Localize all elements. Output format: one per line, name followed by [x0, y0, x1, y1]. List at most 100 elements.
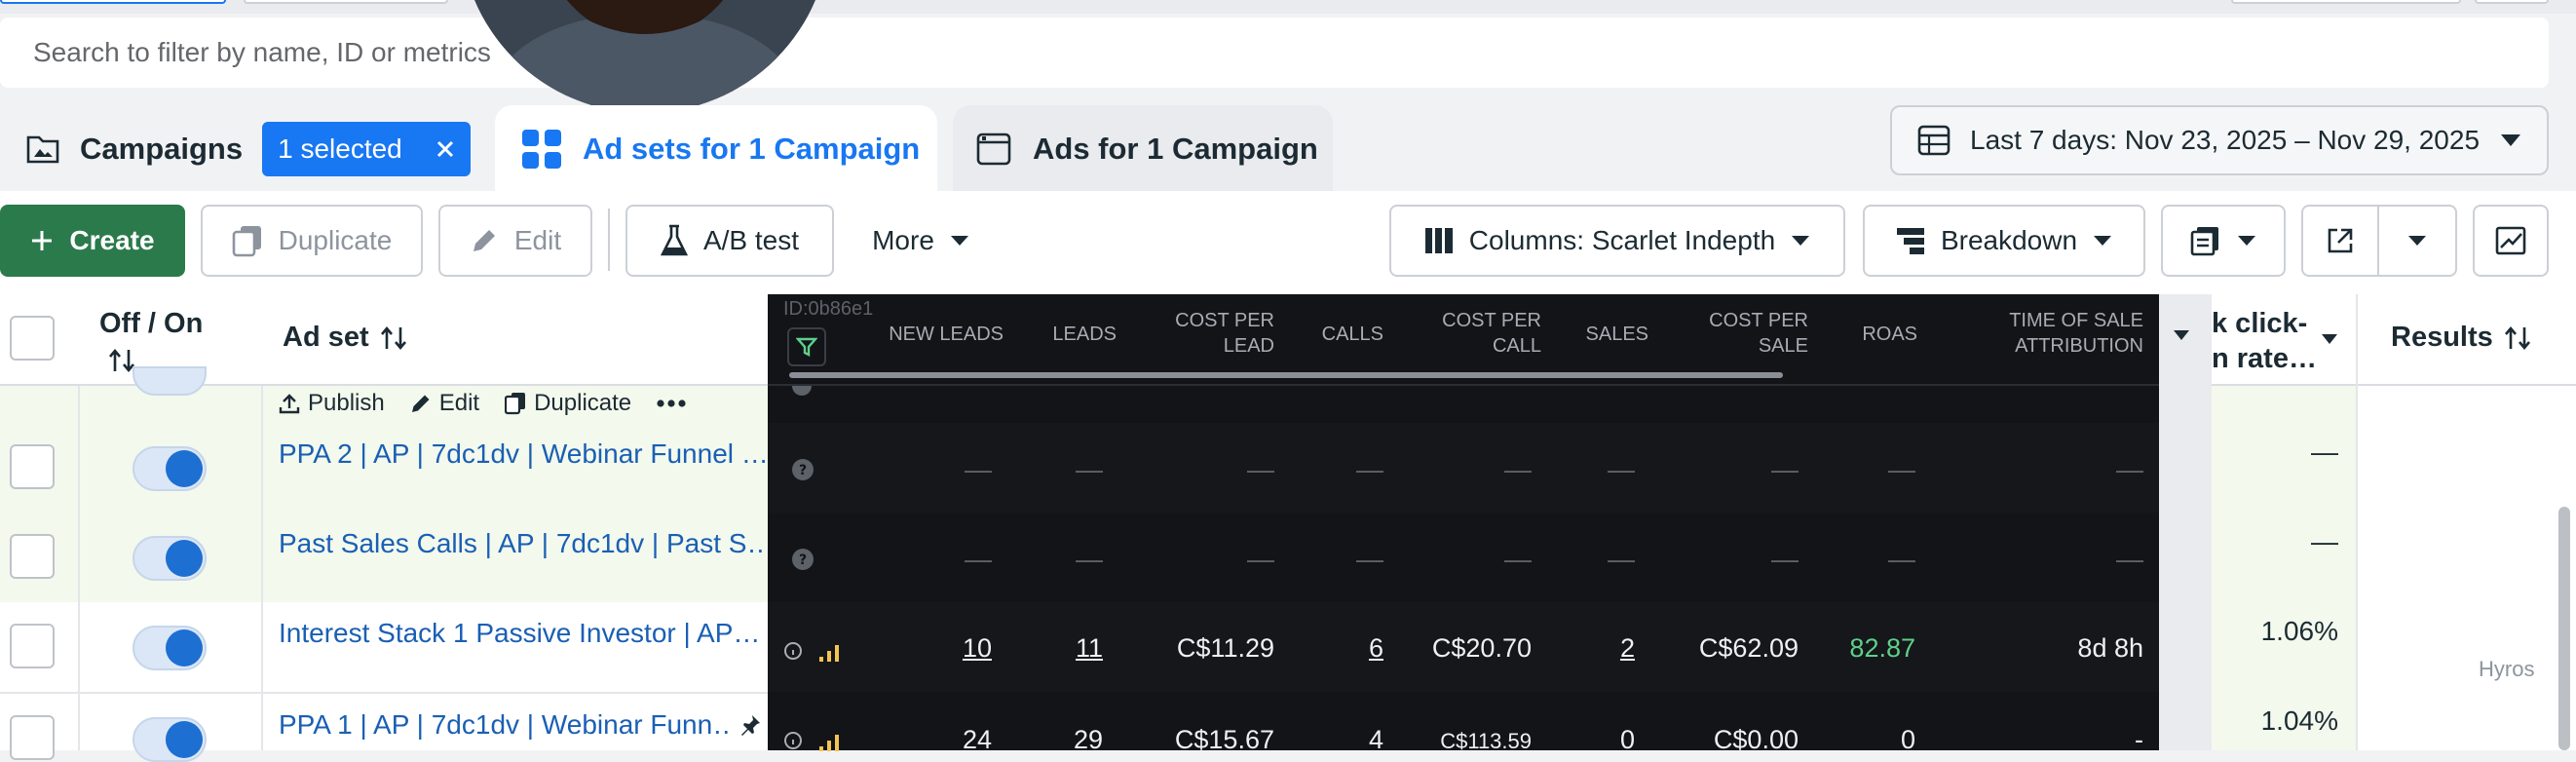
ad-set-header[interactable]: Ad set [283, 322, 408, 354]
off-on-label: Off / On [99, 308, 204, 339]
toggle-switch[interactable] [133, 366, 207, 396]
cps-value: C$62.09 [1698, 633, 1799, 663]
date-range-picker[interactable]: Last 7 days: Nov 23, 2025 – Nov 29, 2025 [1890, 105, 2549, 175]
sort-icon[interactable] [2503, 325, 2532, 351]
table-row[interactable]: Interest Stack 1 Passive Investor | AP… [0, 602, 768, 692]
edit-button[interactable]: Edit [438, 205, 592, 277]
calls-value[interactable]: 6 [1286, 633, 1383, 664]
create-label: Create [69, 225, 155, 255]
caret-down-icon[interactable] [2321, 333, 2338, 345]
breakdown-button[interactable]: Breakdown [1863, 205, 2145, 277]
edit-action[interactable]: Edit [410, 390, 479, 417]
signal-bars-icon[interactable] [818, 643, 840, 663]
edit-action-label: Edit [438, 390, 480, 416]
hyros-header-time-of-sale[interactable]: TIME OF SALE ATTRIBUTION [1949, 308, 2143, 359]
chart-button[interactable] [2473, 205, 2549, 277]
sales-value: — [1608, 544, 1635, 574]
tosa-value: 8d 8h [2077, 633, 2143, 663]
ad-icon [976, 133, 1011, 166]
caret-down-icon [2094, 236, 2112, 246]
vertical-scrollbar[interactable] [2558, 507, 2570, 750]
export-dropdown[interactable] [2379, 235, 2455, 247]
top-view-button[interactable] [0, 0, 226, 4]
reports-button[interactable] [2161, 205, 2286, 277]
results-header[interactable]: Results [2391, 322, 2532, 354]
new-leads-value: 24 [962, 725, 992, 754]
hyros-header-cost-per-call[interactable]: COST PER CALL [1393, 308, 1541, 359]
select-all-checkbox[interactable] [10, 316, 55, 361]
sales-value[interactable]: 2 [1537, 633, 1635, 664]
hyros-collapse-toggle[interactable] [2173, 329, 2190, 341]
tab-adsets[interactable]: Ad sets for 1 Campaign [495, 105, 937, 193]
ab-test-button[interactable]: A/B test [625, 205, 834, 277]
row-checkbox[interactable] [10, 534, 55, 579]
ctr-value: 1.06% [2260, 616, 2338, 646]
hyros-header-cost-per-sale[interactable]: COST PER SALE [1656, 308, 1808, 359]
more-button[interactable]: More [848, 205, 994, 277]
hyros-header-sales[interactable]: SALES [1549, 322, 1648, 347]
export-button[interactable] [2301, 205, 2457, 277]
plus-icon [32, 231, 53, 250]
off-on-header[interactable]: Off / On [99, 308, 203, 373]
sort-icon[interactable] [379, 325, 408, 351]
tab-ads[interactable]: Ads for 1 Campaign [953, 105, 1333, 193]
export-main[interactable] [2303, 207, 2379, 275]
horizontal-scrollbar[interactable] [789, 372, 1783, 378]
signal-bars-icon[interactable] [818, 733, 840, 752]
info-icon[interactable] [783, 641, 803, 661]
new-leads-value[interactable]: 10 [894, 633, 992, 664]
duplicate-action[interactable]: Duplicate [505, 390, 631, 417]
link-click-header[interactable]: k click- n rate… [2212, 306, 2329, 376]
ad-set-name[interactable]: PPA 2 | AP | 7dc1dv | Webinar Funnel … [279, 438, 766, 470]
columns-button[interactable]: Columns: Scarlet Indepth [1389, 205, 1845, 277]
tosa-value: — [2116, 454, 2143, 484]
table-row[interactable]: PPA 1 | AP | 7dc1dv | Webinar Funn… [0, 692, 768, 762]
ad-set-name[interactable]: Past Sales Calls | AP | 7dc1dv | Past S… [279, 528, 766, 559]
help-icon[interactable]: ? [791, 548, 814, 571]
toggle-switch[interactable] [133, 536, 207, 581]
toggle-switch[interactable] [133, 626, 207, 670]
help-icon[interactable]: ? [791, 458, 814, 481]
top-view-button-2[interactable] [244, 0, 448, 4]
create-button[interactable]: Create [0, 205, 185, 277]
leads-value: 29 [1073, 725, 1103, 754]
row-checkbox[interactable] [10, 444, 55, 489]
close-icon[interactable] [436, 139, 455, 159]
cpc-line-1: COST PER [1442, 310, 1541, 331]
hyros-header-cost-per-lead[interactable]: COST PER LEAD [1130, 308, 1274, 359]
row-checkbox[interactable] [10, 624, 55, 668]
hyros-header-new-leads[interactable]: NEW LEADS [857, 322, 1004, 347]
webcam-avatar [460, 0, 830, 113]
hyros-header-calls[interactable]: CALLS [1286, 322, 1383, 347]
cps-value: — [1771, 454, 1799, 484]
ad-set-name[interactable]: Interest Stack 1 Passive Investor | AP… [279, 618, 766, 649]
info-icon[interactable] [783, 731, 803, 750]
roas-value: — [1888, 454, 1915, 484]
hyros-filter-button[interactable] [787, 327, 826, 366]
hyros-header-roas[interactable]: ROAS [1818, 322, 1917, 347]
selected-badge[interactable]: 1 selected [262, 122, 471, 176]
cpl-line-1: COST PER [1175, 310, 1274, 331]
top-right-button-2[interactable] [2475, 0, 2549, 4]
cpc-value: — [1504, 544, 1532, 574]
publish-action[interactable]: Publish [279, 390, 385, 417]
hyros-row: ? — — — — — — — — — [768, 423, 2159, 513]
tab-campaigns[interactable]: Campaigns 1 selected [0, 105, 475, 193]
toggle-switch[interactable] [133, 446, 207, 491]
more-icon[interactable] [657, 400, 686, 407]
duplicate-icon [505, 393, 526, 415]
search-bar[interactable]: Search to filter by name, ID or metrics [0, 18, 2549, 88]
pin-icon[interactable] [739, 713, 762, 737]
duplicate-button[interactable]: Duplicate [201, 205, 423, 277]
hyros-header-leads[interactable]: LEADS [1033, 322, 1117, 347]
table-row[interactable]: PPA 2 | AP | 7dc1dv | Webinar Funnel … [0, 423, 768, 513]
reports-icon [2190, 227, 2218, 256]
toggle-switch[interactable] [133, 717, 207, 762]
ad-set-name[interactable]: PPA 1 | AP | 7dc1dv | Webinar Funn… [279, 709, 733, 741]
row-checkbox[interactable] [10, 715, 55, 760]
table-row[interactable]: Past Sales Calls | AP | 7dc1dv | Past S… [0, 513, 768, 602]
cpl-value: — [1247, 454, 1274, 484]
ab-test-label: A/B test [702, 225, 800, 255]
leads-value[interactable]: 11 [1005, 633, 1103, 664]
top-right-button[interactable] [2231, 0, 2461, 4]
